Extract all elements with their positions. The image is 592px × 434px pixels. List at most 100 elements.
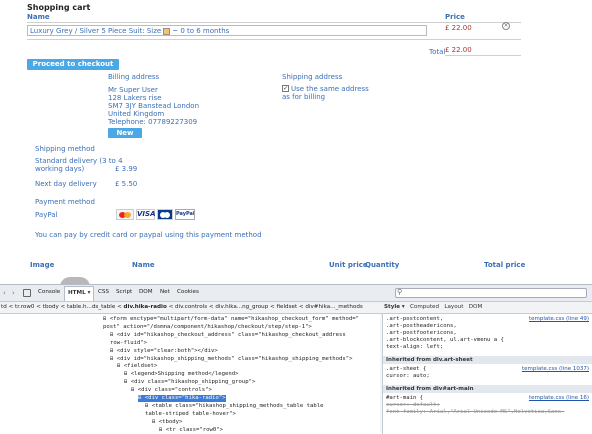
- breadcrumb-item[interactable]: table.h...ds_table: [67, 304, 115, 310]
- css-source-link[interactable]: template.css (line 1037): [522, 366, 589, 372]
- billing-line: United Kingdom: [108, 110, 165, 118]
- html-tree-node[interactable]: row-fluid">: [110, 340, 147, 347]
- same-address-label: as for billing: [282, 93, 326, 101]
- html-tree-node[interactable]: ⊟ <div class="hika-radio">: [138, 395, 226, 402]
- tab-cookies[interactable]: Cookies: [177, 289, 199, 295]
- billing-line: SM7 3JY Banstead London: [108, 102, 200, 110]
- breadcrumb: td < tr.row0 < tbody < table.h...ds_tabl…: [0, 302, 592, 314]
- html-tree-node[interactable]: ⊟ <legend>Shipping method</legend>: [124, 371, 239, 378]
- billing-title: Billing address: [108, 73, 160, 81]
- divider: [27, 39, 521, 40]
- html-tree[interactable]: ⊟ <form enctype="multipart/form-data" na…: [0, 314, 380, 434]
- tab-css[interactable]: CSS: [98, 289, 109, 295]
- web-page: Shopping cart Name Price Luxury Grey / S…: [0, 0, 592, 287]
- billing-line: Telephone: 07789227309: [108, 118, 198, 126]
- shipping-method-title: Shipping method: [35, 145, 95, 153]
- css-rule-line[interactable]: cursor: default;: [386, 402, 440, 409]
- cart-name-header: Name: [132, 261, 155, 269]
- proceed-to-checkout-button[interactable]: Proceed to checkout: [27, 59, 119, 70]
- next-day-delivery-price: £ 5.50: [115, 180, 138, 188]
- tab-style[interactable]: Style: [384, 304, 400, 310]
- mastercard-icon: [116, 209, 134, 220]
- paypal-logo-icon: PayPal: [175, 209, 195, 220]
- css-rule-line[interactable]: cursor: auto;: [386, 373, 430, 380]
- search-icon: ⚲: [397, 288, 403, 296]
- cart-name-header: Name: [27, 13, 50, 21]
- cart-title: Shopping cart: [27, 3, 91, 12]
- css-rule-line[interactable]: .art-blockcontent, ul.art-vmenu a {: [386, 337, 504, 344]
- css-rule-line[interactable]: .art-postcontent,: [386, 316, 443, 323]
- cart-total-price-header: Total price: [484, 261, 526, 269]
- product-name[interactable]: Luxury Grey / Silver 5 Piece Suit: Size: [30, 27, 161, 35]
- cart-image-header: Image: [30, 261, 55, 269]
- product-line[interactable]: Luxury Grey / Silver 5 Piece Suit: Size ~…: [27, 25, 427, 36]
- tab-layout[interactable]: Layout: [444, 304, 463, 310]
- breadcrumb-item[interactable]: td: [1, 304, 7, 310]
- total-value: £ 22.00: [445, 46, 472, 54]
- breadcrumb-item[interactable]: div.hika...ng_group: [215, 304, 268, 310]
- breadcrumb-item[interactable]: div#hika..._methods: [305, 304, 362, 310]
- cart-quantity-header: Quantity: [365, 261, 400, 269]
- html-tree-node[interactable]: ⊟ <table class="hikashop_shipping_method…: [145, 403, 324, 410]
- total-label: Total: [429, 48, 446, 56]
- product-option: ~ 0 to 6 months: [172, 27, 230, 35]
- tab-html-label: HTML: [68, 290, 86, 296]
- tab-dom-right[interactable]: DOM: [469, 304, 483, 310]
- shipping-address-title: Shipping address: [282, 73, 343, 81]
- html-tree-node[interactable]: ⊟ <div id="hikashop_shipping_methods" cl…: [110, 356, 352, 363]
- inherited-header: Inherited from div#art-main: [383, 385, 592, 393]
- css-rule-line[interactable]: .art-postfootericons,: [386, 330, 457, 337]
- inspect-icon[interactable]: [23, 289, 31, 297]
- breadcrumb-item[interactable]: fieldset: [277, 304, 298, 310]
- standard-delivery-price: £ 3.99: [115, 165, 138, 173]
- breadcrumb-item[interactable]: div.hika-radio: [124, 304, 167, 310]
- css-rule-line[interactable]: font-family: Arial,"Arial Unicode MS",He…: [386, 409, 565, 416]
- html-tree-node[interactable]: ⊟ <div id="hikashop_checkout_address" cl…: [110, 332, 346, 339]
- css-rule-line[interactable]: #art-main {: [386, 395, 423, 402]
- forward-icon[interactable]: ›: [12, 289, 15, 297]
- paypal-label[interactable]: PayPal: [35, 211, 57, 219]
- standard-delivery-label[interactable]: Standard delivery (3 to 4: [35, 157, 123, 165]
- cart-price-header: Price: [445, 13, 465, 21]
- billing-line: Mr Super User: [108, 86, 158, 94]
- html-tree-node[interactable]: table-striped table-hover">: [145, 411, 236, 418]
- payment-note: You can pay by credit card or paypal usi…: [35, 231, 262, 239]
- product-price: £ 22.00: [445, 24, 472, 32]
- html-tree-node[interactable]: ⊟ <fieldset>: [117, 363, 157, 370]
- html-tree-node[interactable]: ⊟ <form enctype="multipart/form-data" na…: [103, 316, 359, 323]
- css-rule-line[interactable]: .art-postheadericons,: [386, 323, 457, 330]
- new-address-button[interactable]: New: [108, 128, 142, 138]
- tab-console[interactable]: Console: [38, 289, 60, 295]
- back-icon[interactable]: ‹: [3, 289, 6, 297]
- breadcrumb-item[interactable]: tbody: [43, 304, 59, 310]
- same-address-label: Use the same address: [291, 85, 369, 93]
- css-style-pane[interactable]: template.css (line 49) .art-postcontent,.…: [382, 314, 592, 434]
- tab-net[interactable]: Net: [160, 289, 170, 295]
- tab-html[interactable]: HTML ▾: [64, 286, 95, 301]
- divider: [445, 55, 521, 56]
- standard-delivery-label[interactable]: working days): [35, 165, 84, 173]
- breadcrumb-item[interactable]: tr.row0: [15, 304, 35, 310]
- css-source-link[interactable]: template.css (line 49): [529, 316, 589, 322]
- css-rule-line[interactable]: text-align: left;: [386, 344, 443, 351]
- inherited-header: Inherited from div.art-sheet: [383, 356, 592, 364]
- tab-dom[interactable]: DOM: [139, 289, 153, 295]
- html-tree-node[interactable]: ⊟ <div class="controls">: [131, 387, 212, 394]
- remove-icon[interactable]: ×: [502, 22, 510, 30]
- next-day-delivery-label[interactable]: Next day delivery: [35, 180, 97, 188]
- tab-computed[interactable]: Computed: [410, 304, 439, 310]
- html-tree-node[interactable]: ⊟ <div style="clear:both"></div>: [110, 348, 218, 355]
- html-tree-node[interactable]: ⊟ <div class="hikashop_shipping_group">: [124, 379, 255, 386]
- breadcrumb-item[interactable]: div.controls: [175, 304, 207, 310]
- option-icon: [163, 27, 171, 35]
- search-input[interactable]: [395, 288, 587, 298]
- firebug-panel: ‹ › Console HTML ▾ CSS Script DOM Net Co…: [0, 284, 592, 434]
- css-rule-line[interactable]: .art-sheet {: [386, 366, 426, 373]
- firebug-toolbar: ‹ › Console HTML ▾ CSS Script DOM Net Co…: [0, 285, 592, 302]
- html-tree-node[interactable]: ⊟ <tbody>: [152, 419, 182, 426]
- css-source-link[interactable]: template.css (line 16): [529, 395, 589, 401]
- billing-line: 128 Lakers rise: [108, 94, 162, 102]
- html-tree-node[interactable]: post" action="/dsmna/component/hikashop/…: [103, 324, 312, 331]
- same-address-checkbox[interactable]: ✓: [282, 85, 289, 92]
- tab-script[interactable]: Script: [116, 289, 132, 295]
